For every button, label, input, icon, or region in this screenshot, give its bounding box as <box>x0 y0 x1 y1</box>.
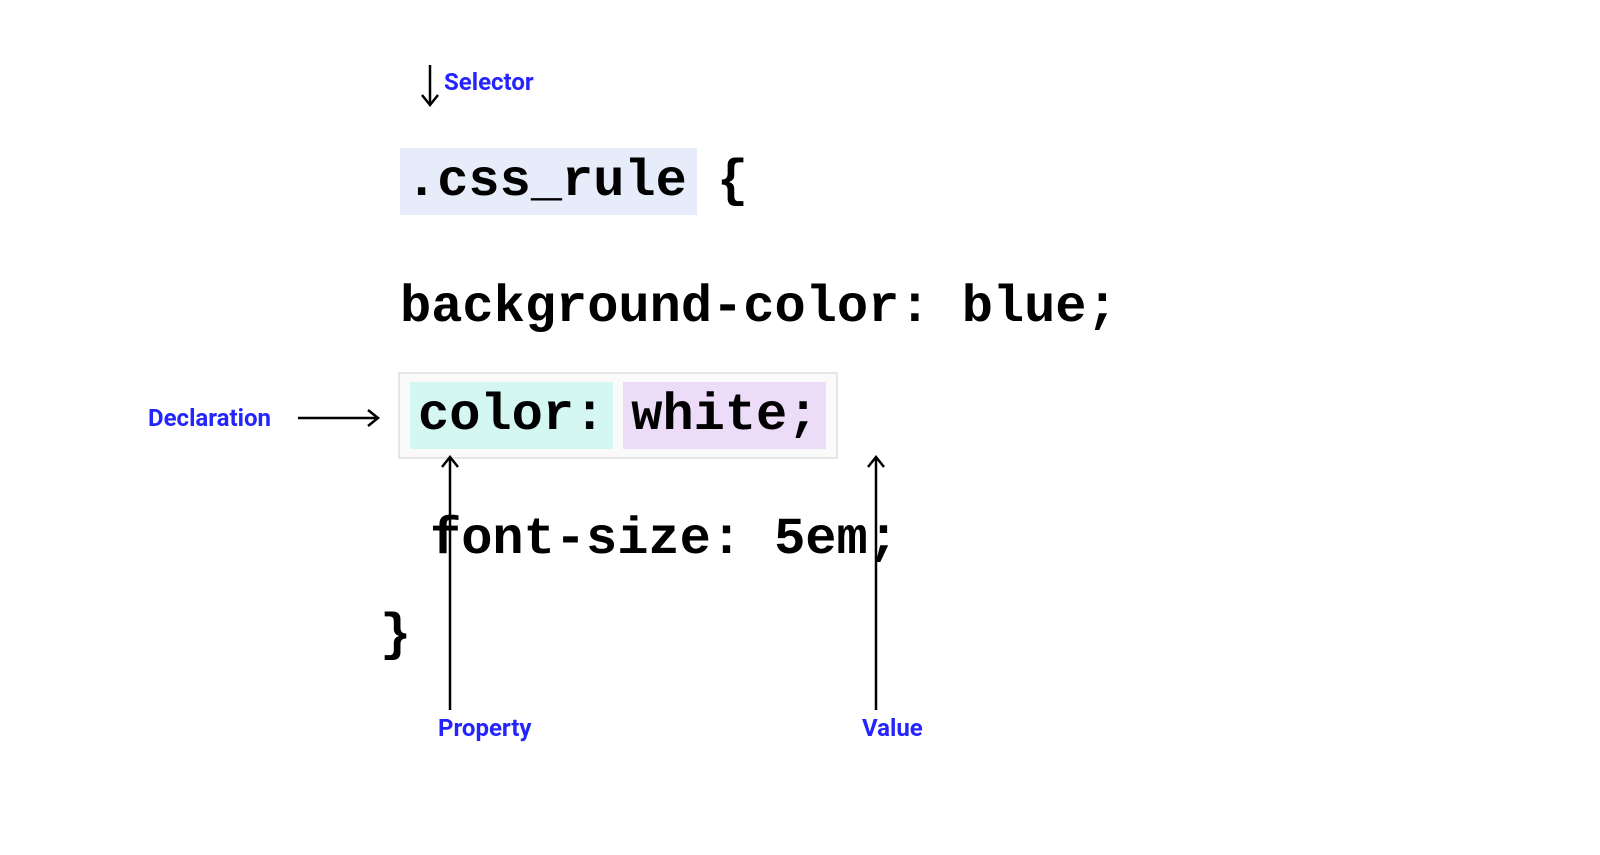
arrow-up-icon <box>866 455 886 710</box>
declaration-label: Declaration <box>148 404 271 432</box>
arrow-up-icon <box>440 455 460 710</box>
open-brace: { <box>717 152 748 211</box>
value-label: Value <box>862 714 923 742</box>
property-label: Property <box>438 714 531 742</box>
property-text: color: <box>410 382 613 449</box>
declaration-box: color: white; <box>398 372 838 459</box>
declaration-line-1: background-color: blue; <box>400 278 1118 337</box>
close-brace: } <box>380 606 411 665</box>
value-text: white; <box>623 382 826 449</box>
arrow-down-icon <box>420 65 440 113</box>
arrow-right-icon <box>298 408 386 428</box>
selector-text: .css_rule <box>400 148 697 215</box>
selector-label: Selector <box>444 68 534 96</box>
property-line-3: font-size: <box>430 510 742 569</box>
